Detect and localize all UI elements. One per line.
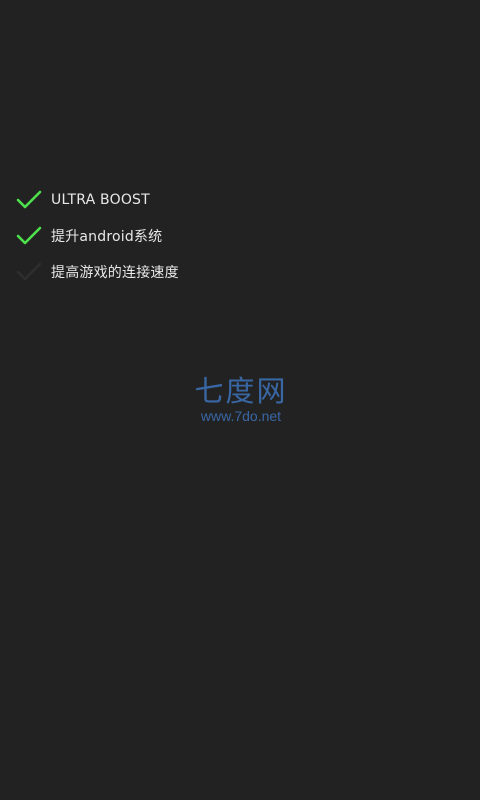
watermark-url: www.7do.net [200,408,282,424]
checklist-item-android-system: 提升android系统 [16,218,316,254]
boost-checklist: ULTRA BOOST 提升android系统 提高游戏的连接速度 [16,182,316,290]
checkmark-icon [16,225,42,247]
checkmark-icon [16,189,42,211]
watermark-title: 七度网 [194,374,288,408]
watermark-logo: 七度网 www.7do.net [186,374,296,424]
checklist-item-ultra-boost: ULTRA BOOST [16,182,316,218]
checklist-item-game-connection: 提高游戏的连接速度 [16,254,316,290]
checklist-item-label: 提高游戏的连接速度 [51,265,179,281]
screen: ULTRA BOOST 提升android系统 提高游戏的连接速度 七度网 ww… [0,0,480,800]
checklist-item-label: 提升android系统 [51,229,163,245]
checklist-item-label: ULTRA BOOST [51,192,150,208]
checkmark-pending-icon [16,261,42,283]
